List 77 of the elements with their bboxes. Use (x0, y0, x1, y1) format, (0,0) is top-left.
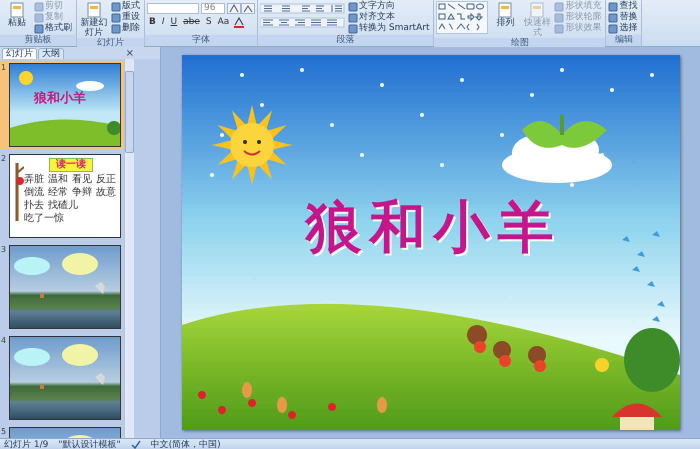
group-label: 编辑 (606, 35, 642, 46)
scrollbar[interactable] (124, 59, 134, 438)
font-color-icon (233, 17, 246, 28)
format-button[interactable]: I (160, 17, 167, 28)
word-text: 吃了一惊 (24, 213, 64, 225)
word-text: 找碴儿 (48, 200, 78, 212)
alignment-buttons-icon (260, 17, 346, 28)
square-icon (111, 12, 121, 22)
ribbon-button[interactable]: 对齐文本 (348, 12, 432, 23)
square-icon (608, 24, 618, 34)
slide-number: 5 (1, 427, 8, 437)
slide-thumbnail[interactable]: 1 狼和小羊 (0, 61, 124, 149)
square-icon (34, 2, 44, 12)
format-button[interactable]: Aa (216, 17, 232, 28)
word-text: 经常 (48, 187, 68, 199)
ribbon-button[interactable]: 转换为 SmartArt (348, 23, 432, 34)
status-text: 幻灯片 1/9 (4, 439, 48, 449)
ribbon-button[interactable]: 重设 (111, 12, 142, 23)
word-text: 倒流 (24, 187, 44, 199)
slide-number: 3 (1, 245, 8, 255)
font-name-field[interactable] (147, 3, 199, 14)
slide-title: 狼和小羊 (306, 195, 562, 259)
slide-title: 狼和小羊 (34, 92, 86, 106)
square-icon (111, 2, 121, 12)
word-text: 扑去 (24, 200, 44, 212)
panel-tab[interactable]: 大纲 (38, 48, 64, 59)
status-text: "默认设计模板" (58, 439, 121, 449)
ribbon-button[interactable]: 文字方向 (348, 1, 432, 12)
square-icon (348, 12, 358, 22)
document-icon (497, 2, 514, 18)
slide-number: 1 (1, 63, 8, 73)
word-text: 看见 (72, 174, 92, 186)
group-label: 剪贴板 (0, 35, 76, 46)
document-icon (529, 2, 546, 18)
ribbon-button[interactable]: 查找 (608, 1, 640, 12)
ribbon-button[interactable]: 选择 (608, 23, 640, 34)
square-icon (554, 2, 564, 12)
ribbon-button[interactable]: 排列 (490, 1, 520, 38)
square-icon (111, 24, 121, 34)
square-icon (348, 24, 358, 34)
ribbon-button[interactable]: 删除 (111, 23, 142, 34)
ribbon-button[interactable]: 替换 (608, 12, 640, 23)
word-text: 反正 (96, 174, 116, 186)
panel-tab[interactable]: 幻灯片 (2, 48, 37, 59)
document-icon (86, 2, 102, 18)
document-icon (9, 2, 25, 18)
square-icon (34, 24, 44, 34)
slide-number: 2 (1, 154, 8, 164)
square-icon (608, 12, 618, 22)
square-icon (348, 2, 358, 12)
ribbon-button[interactable]: 版式 (111, 1, 142, 12)
status-text: 中文(简体，中国) (150, 439, 221, 449)
group-label: 段落 (258, 35, 434, 46)
ribbon-button[interactable]: 新建幻灯片 (79, 1, 109, 38)
word-text: 争辩 (72, 187, 92, 199)
word-text: 故意 (96, 187, 116, 199)
ribbon-button[interactable]: 格式刷 (34, 23, 74, 34)
format-button[interactable]: S (204, 17, 214, 28)
ribbon-button[interactable]: 粘贴 (2, 1, 32, 35)
close-button[interactable]: × (126, 48, 134, 59)
square-icon (554, 12, 564, 22)
format-button[interactable]: B (147, 17, 158, 28)
font-grow-shrink-icon (227, 3, 255, 14)
word-text: 弄脏 (24, 174, 44, 186)
format-button[interactable]: abe (181, 17, 202, 28)
square-icon (34, 12, 44, 22)
square-icon (608, 2, 618, 12)
word-text: 温和 (48, 174, 68, 186)
shapes-gallery-drawing (436, 1, 488, 34)
slide-number: 4 (1, 336, 8, 346)
reading-title: 读一读 (49, 158, 93, 172)
square-icon (554, 24, 564, 34)
list-buttons-icon (260, 3, 346, 14)
format-button[interactable]: U (168, 17, 180, 28)
font-size-field[interactable]: 96 (201, 3, 225, 14)
group-label: 字体 (145, 35, 257, 46)
spell-check-icon (130, 440, 141, 449)
